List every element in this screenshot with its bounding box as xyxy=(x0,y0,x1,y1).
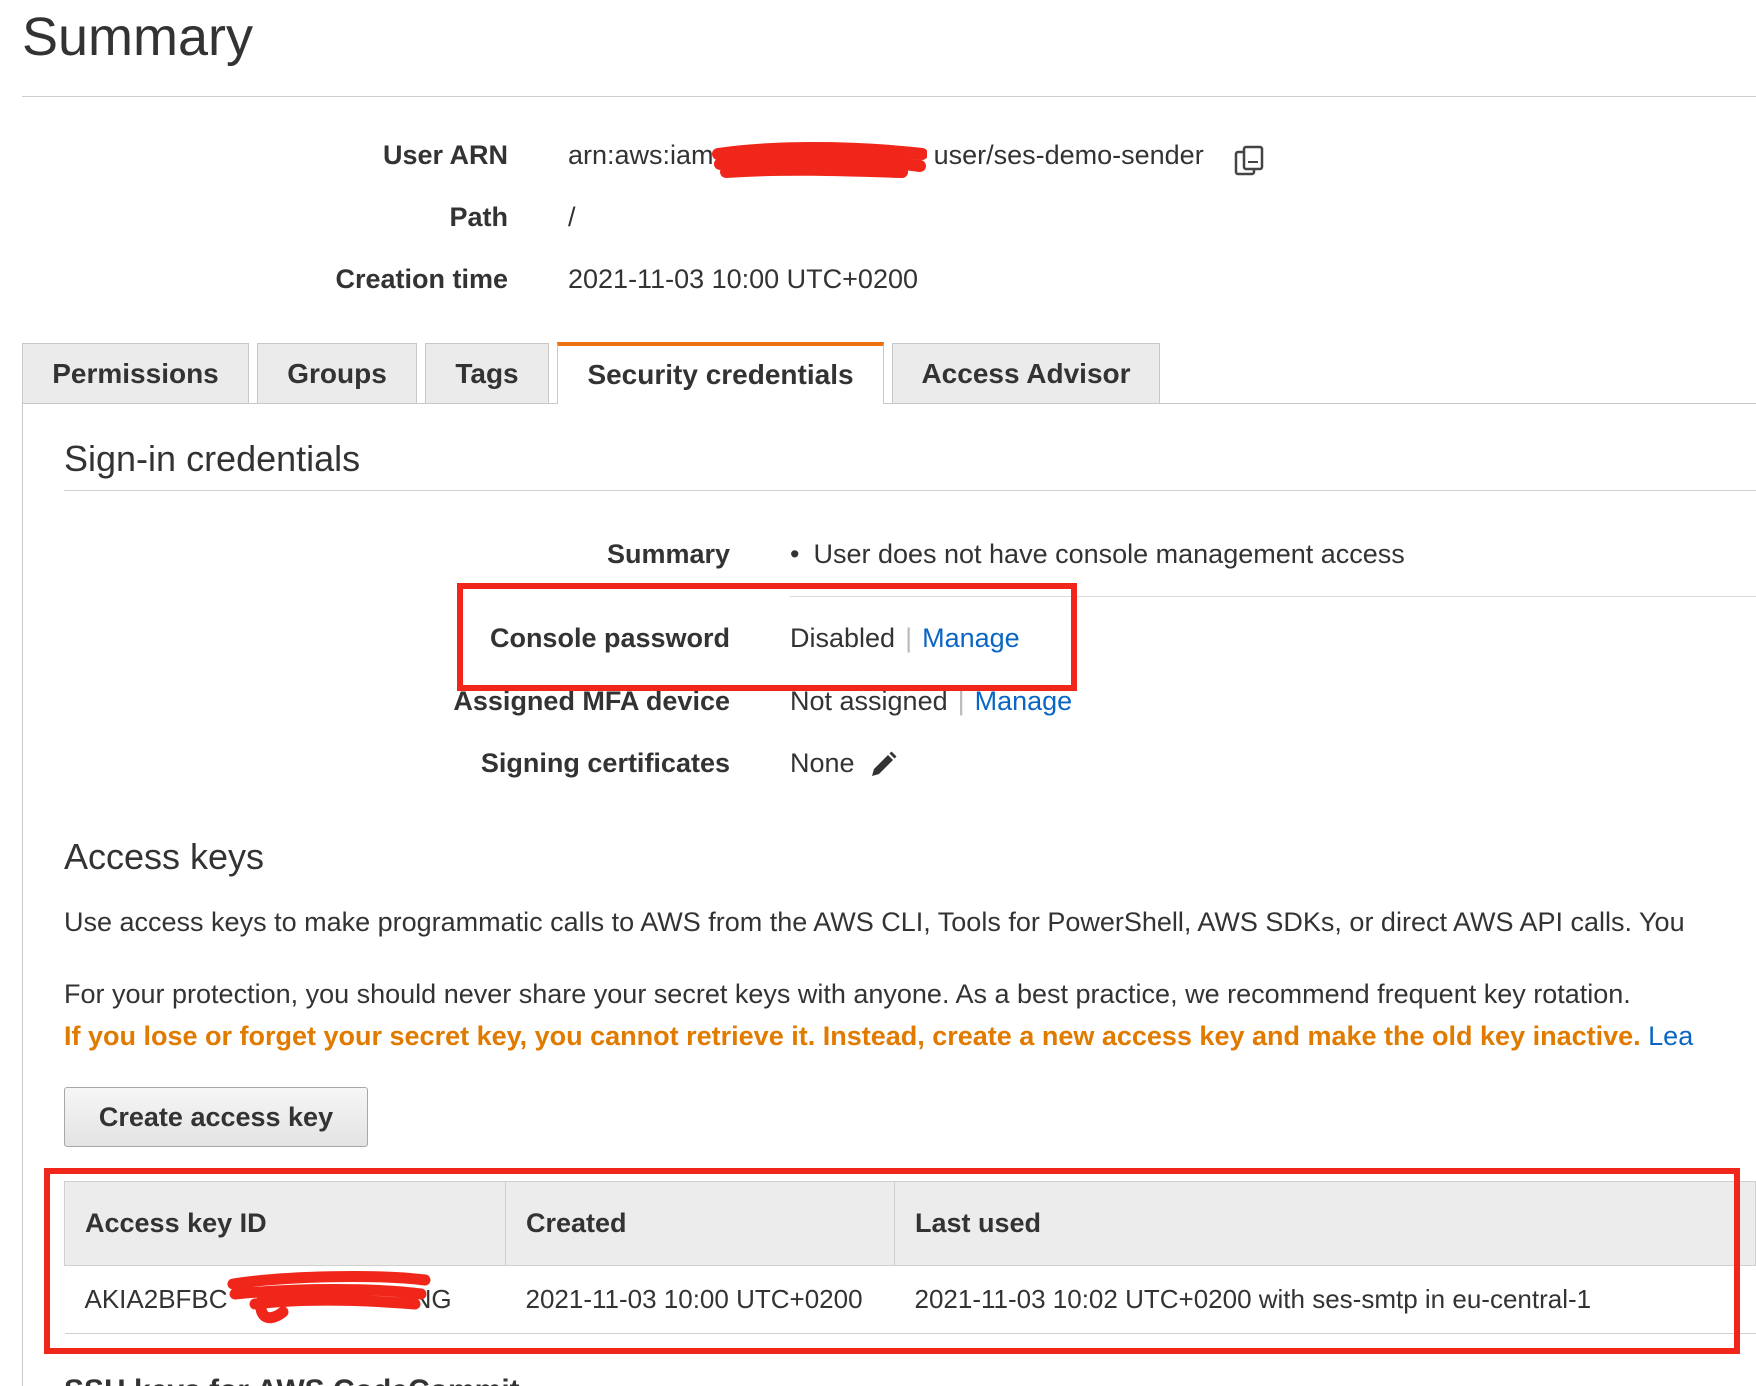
access-keys-description: Use access keys to make programmatic cal… xyxy=(64,907,1685,937)
access-keys-warning: If you lose or forget your secret key, y… xyxy=(64,1021,1693,1052)
signin-summary-label: Summary xyxy=(606,539,730,569)
copy-icon[interactable] xyxy=(1232,144,1268,180)
next-section-title: SSH keys for AWS CodeCommit xyxy=(64,1374,520,1386)
path-value: / xyxy=(568,202,576,232)
page-title: Summary xyxy=(22,7,254,67)
user-arn-label: User ARN xyxy=(382,140,508,170)
signin-credentials-title: Sign-in credentials xyxy=(64,438,361,479)
signing-certificates-status: None xyxy=(790,748,855,778)
tab-access-advisor[interactable]: Access Advisor xyxy=(892,343,1160,403)
signing-certificates-value: None xyxy=(790,748,855,779)
creation-time-value: 2021-11-03 10:00 UTC+0200 xyxy=(568,264,918,294)
signin-divider xyxy=(64,490,1756,491)
access-keys-warning-text: If you lose or forget your secret key, y… xyxy=(64,1021,1641,1051)
tab-tags[interactable]: Tags xyxy=(425,343,549,403)
path-label: Path xyxy=(449,202,508,232)
tab-security-credentials[interactable]: Security credentials xyxy=(557,342,884,404)
tab-groups[interactable]: Groups xyxy=(257,343,417,403)
highlight-box-console-password xyxy=(457,583,1077,691)
signin-summary-value: • User does not have console management a… xyxy=(790,539,1405,570)
create-access-key-button[interactable]: Create access key xyxy=(64,1087,368,1147)
title-divider xyxy=(22,96,1756,97)
bullet-icon: • xyxy=(790,539,800,569)
signing-certificates-label: Signing certificates xyxy=(480,748,730,778)
tab-permissions[interactable]: Permissions xyxy=(22,343,249,403)
user-arn-prefix: arn:aws:iam:: xyxy=(568,140,729,170)
signin-summary-text: User does not have console management ac… xyxy=(813,539,1405,569)
creation-time-label: Creation time xyxy=(335,264,508,294)
user-arn-suffix: user/ses-demo-sender xyxy=(933,140,1204,170)
access-keys-title: Access keys xyxy=(64,836,265,877)
highlight-box-access-keys-table xyxy=(44,1168,1740,1354)
redaction-scribble-arn xyxy=(712,142,927,178)
learn-more-link[interactable]: Lea xyxy=(1648,1021,1693,1051)
pencil-edit-icon[interactable] xyxy=(868,750,898,780)
access-keys-protection-text: For your protection, you should never sh… xyxy=(64,979,1631,1009)
